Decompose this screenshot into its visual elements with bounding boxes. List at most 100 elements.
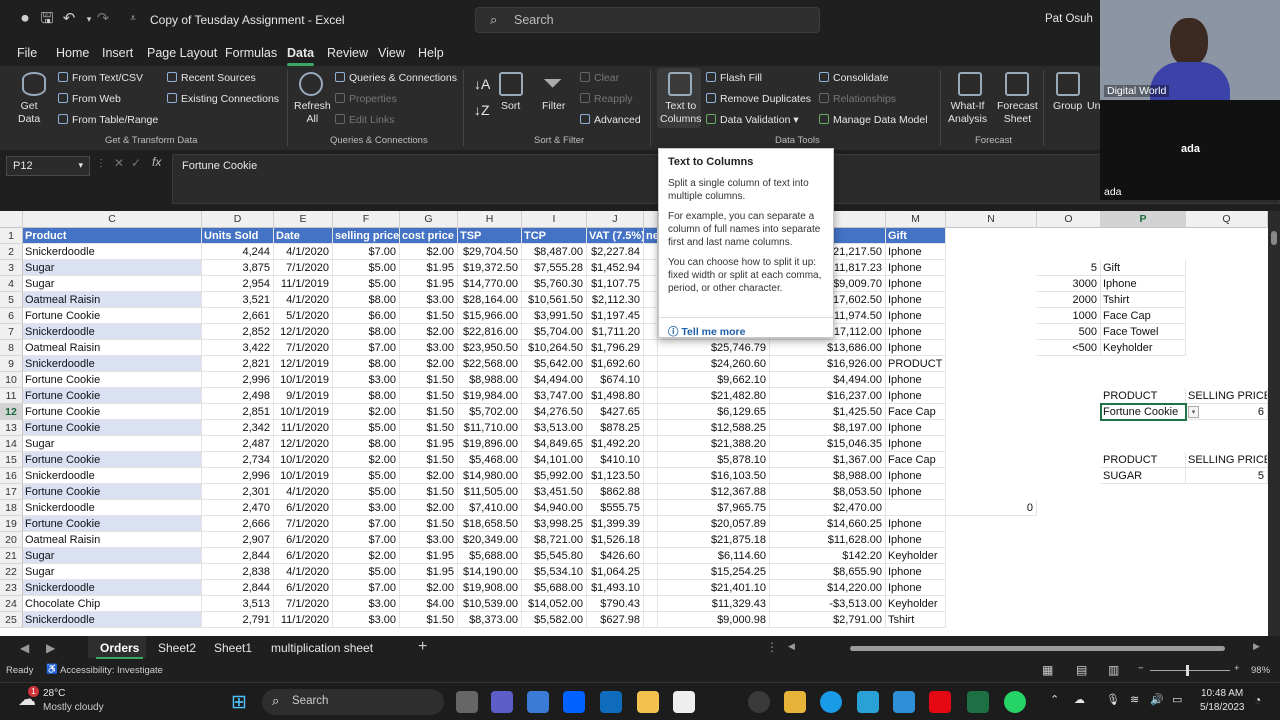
active-cell-selection[interactable] <box>1100 403 1187 421</box>
flash-fill-button[interactable]: Flash Fill <box>706 72 762 84</box>
row-header[interactable]: 9 <box>0 356 23 372</box>
insert-function-icon[interactable]: fx <box>152 155 161 169</box>
table-cell[interactable] <box>644 244 658 260</box>
notification-icon[interactable]: ◔ <box>1254 693 1261 707</box>
queries-connections-button[interactable]: Queries & Connections <box>335 72 457 84</box>
edit-links-button[interactable]: Edit Links <box>335 114 395 126</box>
table-cell[interactable]: $19,372.50 <box>458 260 522 276</box>
refresh-all-button[interactable]: Refresh All <box>294 100 331 126</box>
tab-file[interactable]: File <box>17 46 37 60</box>
row-header[interactable]: 22 <box>0 564 23 580</box>
table-cell[interactable]: 3,875 <box>202 260 274 276</box>
tab-insert[interactable]: Insert <box>102 46 133 60</box>
mic-icon[interactable]: 🎙 <box>1106 693 1120 706</box>
table-cell[interactable]: 11/1/2020 <box>274 612 333 628</box>
table-cell[interactable]: $7.00 <box>333 244 400 260</box>
table-cell[interactable]: $1,711.20 <box>587 324 644 340</box>
product-cell[interactable]: Sugar <box>23 260 202 276</box>
table-cell[interactable]: 12/1/2020 <box>274 436 333 452</box>
product-cell[interactable]: Fortune Cookie <box>23 388 202 404</box>
table-cell[interactable]: Iphone <box>886 484 946 500</box>
accessibility-status[interactable]: Accessibility: Investigate <box>60 665 163 676</box>
table-cell[interactable]: 9/1/2019 <box>274 388 333 404</box>
table-cell[interactable]: $19,908.00 <box>458 580 522 596</box>
table-cell[interactable]: 2,301 <box>202 484 274 500</box>
table-cell[interactable]: $1.50 <box>400 484 458 500</box>
table-cell[interactable]: 2,666 <box>202 516 274 532</box>
table-cell[interactable]: $8,197.00 <box>770 420 886 436</box>
table-cell[interactable] <box>644 452 658 468</box>
table-cell[interactable]: 2,791 <box>202 612 274 628</box>
table-cell[interactable]: $8.00 <box>333 436 400 452</box>
onedrive-icon[interactable]: ☁ <box>1074 693 1085 706</box>
table-cell[interactable]: $1,796.29 <box>587 340 644 356</box>
horizontal-scroll-thumb[interactable] <box>850 646 1225 651</box>
column-header-i[interactable]: I <box>522 211 587 228</box>
product-cell[interactable]: Fortune Cookie <box>23 484 202 500</box>
wifi-icon[interactable]: ≋ <box>1130 693 1139 706</box>
table-header-cell[interactable]: TSP <box>458 228 522 244</box>
table-cell[interactable]: $7,410.00 <box>458 500 522 516</box>
row-header[interactable]: 17 <box>0 484 23 500</box>
table-cell[interactable]: 2,844 <box>202 580 274 596</box>
gift-threshold-cell[interactable]: 500 <box>1037 324 1101 340</box>
table-cell[interactable] <box>644 532 658 548</box>
table-cell[interactable]: 4/1/2020 <box>274 292 333 308</box>
product-cell[interactable]: Sugar <box>23 564 202 580</box>
row-header[interactable]: 8 <box>0 340 23 356</box>
table-cell[interactable]: $1,197.45 <box>587 308 644 324</box>
row-header[interactable]: 21 <box>0 548 23 564</box>
table-cell[interactable]: $5.00 <box>333 260 400 276</box>
table-cell[interactable]: Face Cap <box>886 452 946 468</box>
mail-icon[interactable] <box>600 691 622 713</box>
from-web-button[interactable]: From Web <box>58 93 121 105</box>
table-cell[interactable]: $427.65 <box>587 404 644 420</box>
table-cell[interactable]: $2,470.00 <box>770 500 886 516</box>
table-cell[interactable]: Iphone <box>886 468 946 484</box>
product-cell[interactable]: Snickerdoodle <box>23 612 202 628</box>
lookup-product-cell[interactable]: SUGAR <box>1101 468 1186 484</box>
table-cell[interactable]: Iphone <box>886 420 946 436</box>
table-cell[interactable]: $8,988.00 <box>458 372 522 388</box>
advanced-button[interactable]: Advanced <box>580 114 641 126</box>
worksheet-grid[interactable]: CDEFGHIJLMNOPQ12345678910111213141516171… <box>0 211 1268 636</box>
product-cell[interactable]: Fortune Cookie <box>23 372 202 388</box>
table-cell[interactable]: $5,582.00 <box>522 612 587 628</box>
table-cell[interactable]: $21,875.18 <box>658 532 770 548</box>
table-cell[interactable]: $5,688.00 <box>522 580 587 596</box>
table-cell[interactable]: $3.00 <box>333 596 400 612</box>
table-cell[interactable]: $5,704.00 <box>522 324 587 340</box>
row-header[interactable]: 19 <box>0 516 23 532</box>
table-cell[interactable]: $627.98 <box>587 612 644 628</box>
ungroup-button[interactable]: Un <box>1087 100 1100 112</box>
zoom-in-icon[interactable]: + <box>1234 663 1240 674</box>
manage-data-model-button[interactable]: Manage Data Model <box>819 114 928 126</box>
windows-start-icon[interactable]: ⊞ <box>231 691 247 714</box>
column-header-h[interactable]: H <box>458 211 522 228</box>
zoom-slider-thumb[interactable] <box>1186 665 1189 676</box>
gift-name-cell[interactable]: Face Towel <box>1101 324 1186 340</box>
table-cell[interactable]: 10/1/2020 <box>274 452 333 468</box>
table-cell[interactable]: $1.50 <box>400 516 458 532</box>
table-cell[interactable]: $5,534.10 <box>522 564 587 580</box>
lookup-product-label[interactable]: PRODUCT <box>1101 452 1186 468</box>
search-box[interactable]: ⌕ Search <box>475 7 820 33</box>
table-cell[interactable] <box>886 500 946 516</box>
sheet-tab-multiplication[interactable]: multiplication sheet <box>271 641 373 655</box>
column-header-m[interactable]: M <box>886 211 946 228</box>
table-cell[interactable]: $4.00 <box>400 596 458 612</box>
table-cell[interactable]: Iphone <box>886 372 946 388</box>
table-cell[interactable]: $5,545.80 <box>522 548 587 564</box>
table-cell[interactable]: 2,954 <box>202 276 274 292</box>
zoom-slider[interactable] <box>1150 670 1230 671</box>
table-cell[interactable]: Iphone <box>886 340 946 356</box>
product-cell[interactable]: Snickerdoodle <box>23 500 202 516</box>
table-cell[interactable]: $24,260.60 <box>658 356 770 372</box>
vertical-scrollbar[interactable] <box>1268 211 1280 636</box>
lookup-price-cell[interactable]: 5 <box>1186 468 1268 484</box>
table-cell[interactable]: Iphone <box>886 244 946 260</box>
table-header-cell[interactable]: cost price <box>400 228 458 244</box>
table-cell[interactable]: 2,996 <box>202 372 274 388</box>
table-cell[interactable]: $1.95 <box>400 564 458 580</box>
row-header[interactable]: 1 <box>0 228 23 244</box>
